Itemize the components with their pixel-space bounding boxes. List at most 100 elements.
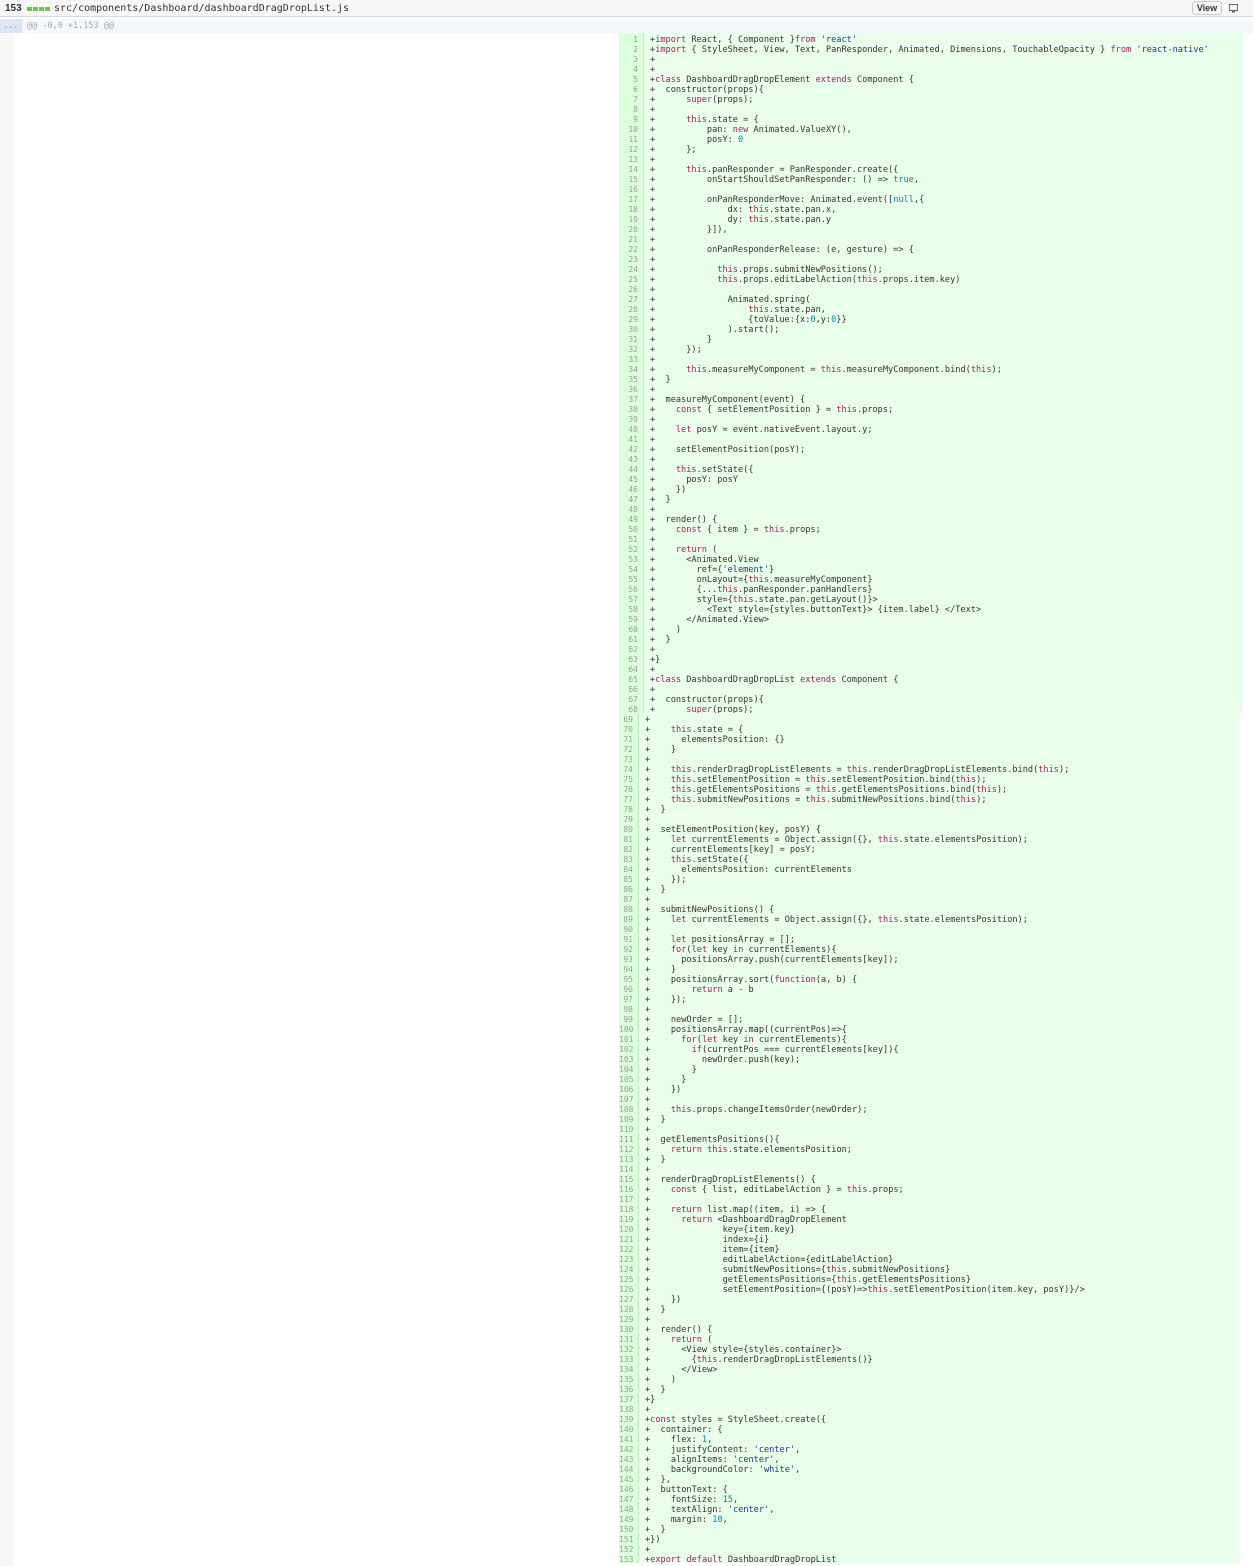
line-number[interactable]: 60 xyxy=(619,625,638,635)
line-number[interactable]: 3 xyxy=(619,55,638,65)
line-number[interactable]: 109 xyxy=(619,1115,633,1125)
line-number[interactable]: 105 xyxy=(619,1075,633,1085)
line-number[interactable]: 59 xyxy=(619,615,638,625)
line-number[interactable]: 134 xyxy=(619,1365,633,1375)
line-number[interactable]: 57 xyxy=(619,595,638,605)
line-number[interactable]: 146 xyxy=(619,1485,633,1495)
line-number[interactable]: 55 xyxy=(619,575,638,585)
line-number[interactable]: 72 xyxy=(619,745,633,755)
line-number[interactable]: 34 xyxy=(619,365,638,375)
line-number[interactable]: 131 xyxy=(619,1335,633,1345)
line-number[interactable]: 119 xyxy=(619,1215,633,1225)
line-number[interactable]: 79 xyxy=(619,815,633,825)
line-number[interactable]: 15 xyxy=(619,175,638,185)
monitor-icon[interactable] xyxy=(1229,4,1238,13)
line-number[interactable]: 43 xyxy=(619,455,638,465)
line-number[interactable]: 11 xyxy=(619,135,638,145)
line-number[interactable]: 106 xyxy=(619,1085,633,1095)
line-number[interactable]: 143 xyxy=(619,1455,633,1465)
line-number[interactable]: 58 xyxy=(619,605,638,615)
line-number[interactable]: 110 xyxy=(619,1125,633,1135)
line-number[interactable]: 142 xyxy=(619,1445,633,1455)
line-number[interactable]: 5 xyxy=(619,75,638,85)
line-number[interactable]: 120 xyxy=(619,1225,633,1235)
line-number[interactable]: 13 xyxy=(619,155,638,165)
line-number[interactable]: 114 xyxy=(619,1165,633,1175)
line-number[interactable]: 73 xyxy=(619,755,633,765)
line-number[interactable]: 26 xyxy=(619,285,638,295)
line-number[interactable]: 22 xyxy=(619,245,638,255)
line-number[interactable]: 144 xyxy=(619,1465,633,1475)
line-number[interactable]: 137 xyxy=(619,1395,633,1405)
line-number[interactable]: 6 xyxy=(619,85,638,95)
line-number[interactable]: 127 xyxy=(619,1295,633,1305)
line-number[interactable]: 90 xyxy=(619,925,633,935)
line-number[interactable]: 101 xyxy=(619,1035,633,1045)
line-number[interactable]: 150 xyxy=(619,1525,633,1535)
line-number[interactable]: 91 xyxy=(619,935,633,945)
line-number[interactable]: 94 xyxy=(619,965,633,975)
line-number[interactable]: 84 xyxy=(619,865,633,875)
line-number[interactable]: 41 xyxy=(619,435,638,445)
line-number[interactable]: 111 xyxy=(619,1135,633,1145)
view-file-button[interactable]: View xyxy=(1192,1,1222,15)
line-number[interactable]: 151 xyxy=(619,1535,633,1545)
line-number[interactable]: 115 xyxy=(619,1175,633,1185)
line-number[interactable]: 122 xyxy=(619,1245,633,1255)
line-number[interactable]: 47 xyxy=(619,495,638,505)
line-number[interactable]: 140 xyxy=(619,1425,633,1435)
line-number[interactable]: 2 xyxy=(619,45,638,55)
line-number[interactable]: 70 xyxy=(619,725,633,735)
line-number[interactable]: 74 xyxy=(619,765,633,775)
line-number[interactable]: 138 xyxy=(619,1405,633,1415)
line-number[interactable]: 81 xyxy=(619,835,633,845)
line-number[interactable]: 121 xyxy=(619,1235,633,1245)
line-number[interactable]: 98 xyxy=(619,1005,633,1015)
line-number[interactable]: 21 xyxy=(619,235,638,245)
line-number[interactable]: 89 xyxy=(619,915,633,925)
line-number[interactable]: 16 xyxy=(619,185,638,195)
line-number[interactable]: 103 xyxy=(619,1055,633,1065)
line-number[interactable]: 31 xyxy=(619,335,638,345)
line-number[interactable]: 64 xyxy=(619,665,638,675)
line-number[interactable]: 135 xyxy=(619,1375,633,1385)
line-number[interactable]: 87 xyxy=(619,895,633,905)
line-number[interactable]: 36 xyxy=(619,385,638,395)
line-number[interactable]: 42 xyxy=(619,445,638,455)
line-number[interactable]: 19 xyxy=(619,215,638,225)
line-number[interactable]: 44 xyxy=(619,465,638,475)
line-number[interactable]: 85 xyxy=(619,875,633,885)
line-number[interactable]: 139 xyxy=(619,1415,633,1425)
line-number[interactable]: 25 xyxy=(619,275,638,285)
line-number[interactable]: 17 xyxy=(619,195,638,205)
line-number[interactable]: 107 xyxy=(619,1095,633,1105)
line-number[interactable]: 108 xyxy=(619,1105,633,1115)
line-number[interactable]: 117 xyxy=(619,1195,633,1205)
line-number[interactable]: 82 xyxy=(619,845,633,855)
line-number[interactable]: 76 xyxy=(619,785,633,795)
line-number[interactable]: 123 xyxy=(619,1255,633,1265)
line-number[interactable]: 8 xyxy=(619,105,638,115)
line-number[interactable]: 40 xyxy=(619,425,638,435)
line-number[interactable]: 86 xyxy=(619,885,633,895)
line-number[interactable]: 63 xyxy=(619,655,638,665)
line-number[interactable]: 149 xyxy=(619,1515,633,1525)
line-number[interactable]: 78 xyxy=(619,805,633,815)
line-number[interactable]: 136 xyxy=(619,1385,633,1395)
line-number[interactable]: 54 xyxy=(619,565,638,575)
line-number[interactable]: 61 xyxy=(619,635,638,645)
line-number[interactable]: 38 xyxy=(619,405,638,415)
line-number[interactable]: 69 xyxy=(619,715,633,725)
line-number[interactable]: 112 xyxy=(619,1145,633,1155)
line-number[interactable]: 130 xyxy=(619,1325,633,1335)
line-number[interactable]: 71 xyxy=(619,735,633,745)
line-number[interactable]: 50 xyxy=(619,525,638,535)
line-number[interactable]: 147 xyxy=(619,1495,633,1505)
line-number[interactable]: 80 xyxy=(619,825,633,835)
line-number[interactable]: 67 xyxy=(619,695,638,705)
line-number[interactable]: 56 xyxy=(619,585,638,595)
line-number[interactable]: 99 xyxy=(619,1015,633,1025)
line-number[interactable]: 27 xyxy=(619,295,638,305)
line-number[interactable]: 93 xyxy=(619,955,633,965)
expand-hunk-button[interactable]: ... xyxy=(0,19,22,33)
